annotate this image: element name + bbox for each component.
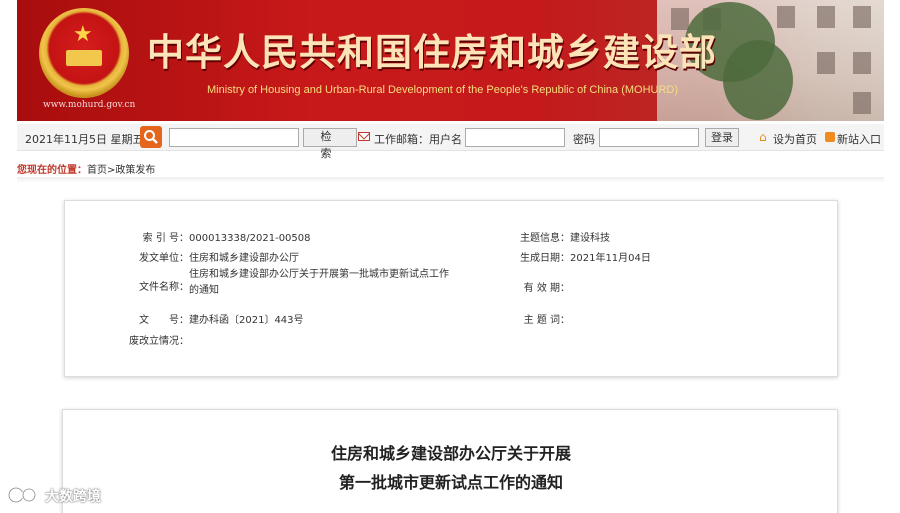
rss-icon (825, 132, 835, 142)
info-row-topic: 主题信息：建设科技 (515, 229, 610, 244)
set-homepage-link[interactable]: 设为首页 (773, 131, 817, 147)
home-icon: ⌂ (759, 130, 767, 144)
page: ★ www.mohurd.gov.cn 中华人民共和国住房和城乡建设部 Mini… (0, 0, 900, 513)
info-row-validity: 有 效 期： (515, 279, 570, 294)
info-key: 文件名称： (139, 282, 189, 293)
mail-username-label: 工作邮箱：用户名 (374, 133, 462, 146)
info-row-revision: 废改立情况： (125, 332, 189, 347)
search-button[interactable]: 检 索 (303, 128, 357, 160)
tiananmen-icon (66, 50, 102, 66)
username-input[interactable] (465, 128, 565, 147)
info-key: 文 号： (139, 315, 189, 326)
building-window (817, 6, 835, 28)
info-row-issuer: 发文单位：住房和城乡建设部办公厅 (125, 249, 299, 264)
info-row-index: 索 引 号：000013338/2021-00508 (125, 229, 311, 244)
info-key: 索 引 号： (142, 233, 189, 244)
building-window (777, 6, 795, 28)
info-key: 主 题 词： (523, 315, 570, 326)
watermark: 大数跨境 (7, 483, 117, 507)
search-icon-button[interactable] (140, 126, 162, 148)
site-url: www.mohurd.gov.cn (43, 100, 136, 110)
info-row-generated-date: 生成日期：2021年11月04日 (515, 249, 651, 264)
current-date: 2021年11月5日 星期五 (25, 133, 144, 146)
info-key: 发文单位： (139, 253, 189, 264)
building-window (853, 92, 871, 114)
search-input[interactable] (169, 128, 299, 147)
star-icon: ★ (73, 22, 93, 47)
info-value-doc-name: 住房和城乡建设部办公厅关于开展第一批城市更新试点工作的通知 (189, 269, 449, 296)
info-row-doc-name-key: 文件名称： (125, 278, 189, 293)
search-icon (144, 130, 158, 144)
mail-icon (358, 132, 370, 141)
divider (17, 177, 884, 183)
password-input[interactable] (599, 128, 699, 147)
article-title-line1: 住房和城乡建设部办公厅关于开展 (330, 444, 571, 463)
tree-image (723, 40, 793, 120)
info-key: 主题信息： (520, 233, 570, 244)
login-button[interactable]: 登录 (705, 128, 739, 147)
watermark-text: 大数跨境 (45, 489, 101, 505)
article-card: 住房和城乡建设部办公厅关于开展 第一批城市更新试点工作的通知 (62, 409, 838, 513)
breadcrumb: 您现在的位置：首页>政策发布 (17, 161, 155, 176)
new-site-entry-link[interactable]: 新站入口 (837, 131, 881, 147)
breadcrumb-label: 您现在的位置： (17, 165, 87, 176)
breadcrumb-path[interactable]: 首页>政策发布 (87, 165, 155, 176)
info-key: 有 效 期： (523, 283, 570, 294)
info-row-keywords: 主 题 词： (515, 311, 570, 326)
site-subtitle: Ministry of Housing and Urban-Rural Deve… (207, 84, 679, 96)
document-info-card: 索 引 号：000013338/2021-00508 主题信息：建设科技 发文单… (64, 200, 838, 377)
top-toolbar: 2021年11月5日 星期五 检 索 工作邮箱：用户名 密码 登录 ⌂ 设为首页… (17, 124, 884, 160)
info-key: 生成日期： (520, 253, 570, 264)
info-key: 废改立情况： (129, 336, 189, 347)
building-window (853, 52, 871, 74)
site-banner: ★ www.mohurd.gov.cn 中华人民共和国住房和城乡建设部 Mini… (17, 0, 884, 121)
building-window (853, 6, 871, 28)
article-title-line2: 第一批城市更新试点工作的通知 (338, 473, 563, 492)
info-value: 建办科函〔2021〕443号 (189, 315, 304, 326)
site-title[interactable]: 中华人民共和国住房和城乡建设部 (147, 22, 717, 76)
info-value: 000013338/2021-00508 (189, 233, 311, 244)
info-row-doc-no: 文 号：建办科函〔2021〕443号 (125, 311, 304, 326)
building-window (817, 52, 835, 74)
info-value: 住房和城乡建设部办公厅 (189, 253, 299, 264)
watermark-logo-icon (7, 486, 37, 504)
national-emblem-logo[interactable]: ★ (39, 8, 129, 98)
password-label: 密码 (573, 133, 595, 146)
info-value: 建设科技 (570, 233, 610, 244)
info-value: 2021年11月04日 (570, 253, 651, 264)
